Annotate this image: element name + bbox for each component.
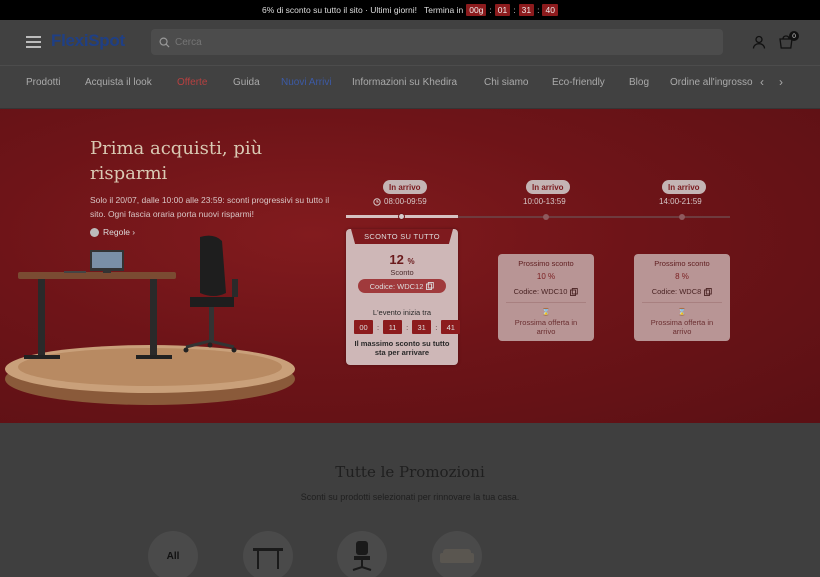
copy-icon — [704, 287, 713, 296]
next-card-note: Prossima offerta in arrivo — [650, 318, 714, 336]
sofa-icon — [440, 549, 474, 563]
promotions-subtitle: Sconti su prodotti selezionati per rinno… — [300, 492, 520, 502]
active-discount-card: SCONTO SU TUTTO 12 % Sconto Codice: WDC1… — [346, 229, 461, 365]
site-header: FlexiSpot 0 — [0, 20, 820, 65]
nav-next-arrow-icon[interactable]: › — [779, 75, 783, 89]
next-card-title: Prossimo sconto — [654, 259, 710, 268]
event-countdown-minutes: 31 — [412, 320, 432, 334]
code-label: Codice: WDC12 — [369, 281, 424, 291]
main-nav: Prodotti Acquista il look Offerte Guida … — [0, 65, 820, 109]
event-countdown-seconds: 41 — [441, 320, 461, 334]
timeline-dot-active — [398, 213, 405, 220]
timeline-dot — [543, 214, 549, 220]
next-card-title: Prossimo sconto — [518, 259, 574, 268]
discount-percent: 12 % — [389, 252, 415, 267]
hero-banner: Prima acquisti, più risparmi Solo il 20/… — [0, 109, 820, 423]
nav-item-offerte[interactable]: Offerte — [177, 77, 207, 88]
hourglass-icon: ⌛ — [677, 309, 687, 316]
event-countdown: 00: 11: 31: 41 — [354, 320, 461, 334]
nav-item-chi-siamo[interactable]: Chi siamo — [484, 77, 528, 88]
nav-item-nuovi-arrivi[interactable]: Nuovi Arrivi — [281, 77, 332, 88]
slot-time: 10:00-13:59 — [523, 197, 566, 206]
nav-item-guida[interactable]: Guida — [233, 77, 260, 88]
clock-icon — [373, 197, 381, 206]
card-note: Il massimo sconto su tutto sta per arriv… — [354, 339, 450, 357]
countdown-seconds: 40 — [542, 4, 558, 16]
card-ribbon: SCONTO SU TUTTO — [351, 229, 453, 244]
site-logo[interactable]: FlexiSpot — [51, 31, 125, 51]
next-card-percent: 10 % — [536, 272, 556, 281]
countdown-hours: 01 — [494, 4, 511, 16]
slot-status-badge: In arrivo — [526, 180, 570, 194]
nav-item-eco-friendly[interactable]: Eco-friendly — [552, 77, 605, 88]
nav-item-acquista-il-look[interactable]: Acquista il look — [85, 77, 152, 88]
search-icon — [159, 37, 170, 48]
slot-time: 14:00-21:59 — [659, 197, 702, 206]
copy-icon — [426, 282, 435, 290]
category-all[interactable]: All — [148, 531, 198, 577]
category-sofa[interactable] — [432, 531, 482, 577]
announcement-bar: 6% di sconto su tutto il sito · Ultimi g… — [0, 0, 820, 20]
search-bar[interactable] — [151, 29, 723, 55]
nav-item-prodotti[interactable]: Prodotti — [26, 77, 60, 88]
search-input[interactable] — [175, 36, 675, 48]
standing-desk-illustration — [5, 235, 295, 405]
event-countdown-hours: 11 — [383, 320, 403, 334]
next-card-code[interactable]: Codice: WDC8 — [634, 287, 730, 296]
event-countdown-days: 00 — [354, 320, 373, 334]
nav-item-ordine-allingrosso[interactable]: Ordine all'ingrosso — [670, 77, 753, 88]
nav-item-informazioni-su-khedira[interactable]: Informazioni su Khedira — [352, 77, 457, 88]
next-card-code[interactable]: Codice: WDC10 — [498, 287, 594, 296]
next-card-note: Prossima offerta in arrivo — [514, 318, 578, 336]
user-icon[interactable] — [752, 35, 766, 49]
nav-item-blog[interactable]: Blog — [629, 77, 649, 88]
countdown-days: 00g — [466, 4, 487, 16]
countdown-minutes: 31 — [518, 4, 535, 16]
copy-icon — [570, 287, 579, 296]
copy-code-button[interactable]: Codice: WDC12 — [358, 279, 446, 293]
event-starts-label: L'evento inizia tra — [372, 308, 432, 317]
office-chair-icon — [352, 541, 372, 571]
slot-status-badge: In arrivo — [662, 180, 706, 194]
hourglass-icon: ⌛ — [541, 309, 551, 316]
next-discount-card: Prossimo sconto 10 % Codice: WDC10 ⌛ Pro… — [498, 254, 594, 341]
slot-time-label: 08:00-09:59 — [384, 197, 427, 206]
discount-label: Sconto — [390, 268, 414, 277]
next-discount-card: Prossimo sconto 8 % Codice: WDC8 ⌛ Pross… — [634, 254, 730, 341]
promotions-title: Tutte le Promozioni — [335, 463, 485, 481]
slot-status-badge: In arrivo — [383, 180, 427, 194]
menu-icon[interactable] — [26, 36, 41, 48]
announcement-text: 6% di sconto su tutto il sito · Ultimi g… — [262, 5, 417, 15]
announcement-ends-label: Termina in — [424, 5, 464, 15]
category-chair[interactable] — [337, 531, 387, 577]
nav-prev-arrow-icon[interactable]: ‹ — [760, 75, 764, 89]
category-all-label: All — [166, 550, 180, 562]
timeline-dot — [679, 214, 685, 220]
next-card-percent: 8 % — [675, 272, 689, 281]
desk-icon — [253, 548, 283, 569]
slot-time: 08:00-09:59 — [373, 197, 427, 206]
cart-count-badge: 0 — [789, 31, 799, 41]
category-desk[interactable] — [243, 531, 293, 577]
hero-title: Prima acquisti, più risparmi — [90, 138, 263, 184]
